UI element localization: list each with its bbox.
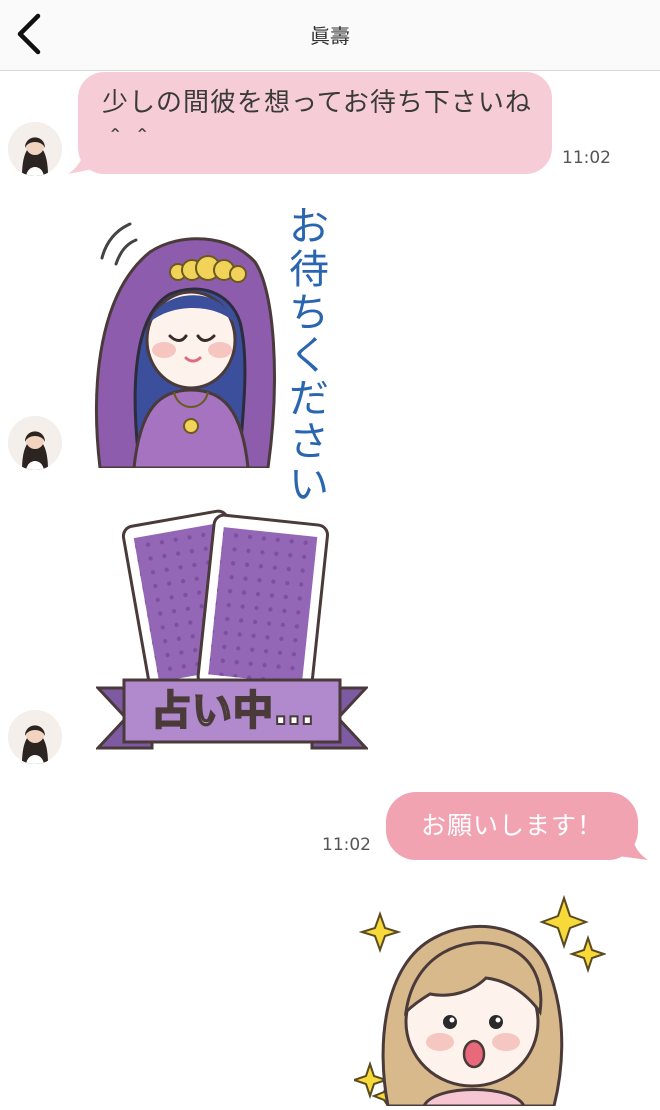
avatar[interactable] [8, 416, 62, 470]
outgoing-message-text: お願いします！ [420, 811, 603, 840]
surprised-girl-illustration [350, 894, 608, 1108]
chat-title: 眞壽 [310, 24, 350, 48]
incoming-message-bubble[interactable]: 少しの間彼を想ってお待ち下さいね＾＾ [78, 72, 552, 174]
sticker-please-wait[interactable]: お 待 ち く だ さ い [90, 206, 340, 507]
sticker-surprised-girl[interactable] [350, 894, 608, 1108]
avatar[interactable] [8, 710, 62, 764]
header-bar: 眞壽 [0, 0, 660, 71]
fortune-teller-illustration [95, 222, 276, 470]
incoming-message-text: 少しの間彼を想ってお待ち下さいね＾＾ [102, 88, 532, 160]
sticker-reading-caption: 占い中… [150, 687, 315, 735]
outgoing-message-bubble[interactable]: お願いします！ [386, 792, 638, 860]
sticker-wait-caption: お 待 ち く だ さ い [289, 204, 329, 508]
sticker-reading[interactable]: 占い中… [94, 504, 370, 760]
incoming-timestamp: 11:02 [562, 148, 611, 168]
outgoing-timestamp: 11:02 [322, 835, 371, 855]
avatar[interactable] [8, 122, 62, 176]
